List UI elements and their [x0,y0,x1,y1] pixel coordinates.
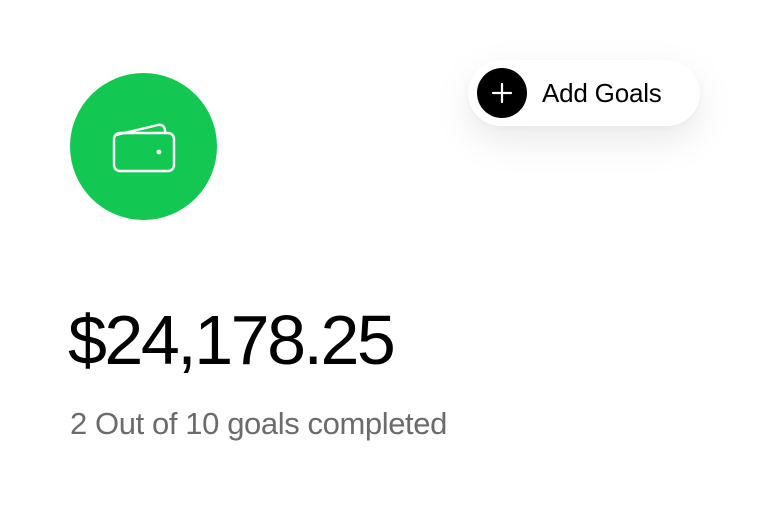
goals-progress-text: 2 Out of 10 goals completed [70,406,447,441]
add-goals-label: Add Goals [542,77,662,108]
add-goals-button[interactable]: Add Goals [468,60,700,126]
wallet-badge [70,73,217,220]
plus-icon [477,68,527,118]
balance-amount: $24,178.25 [68,301,396,379]
goals-summary-card: Add Goals $24,178.25 2 Out of 10 goals c… [0,0,760,512]
wallet-icon [112,123,175,172]
